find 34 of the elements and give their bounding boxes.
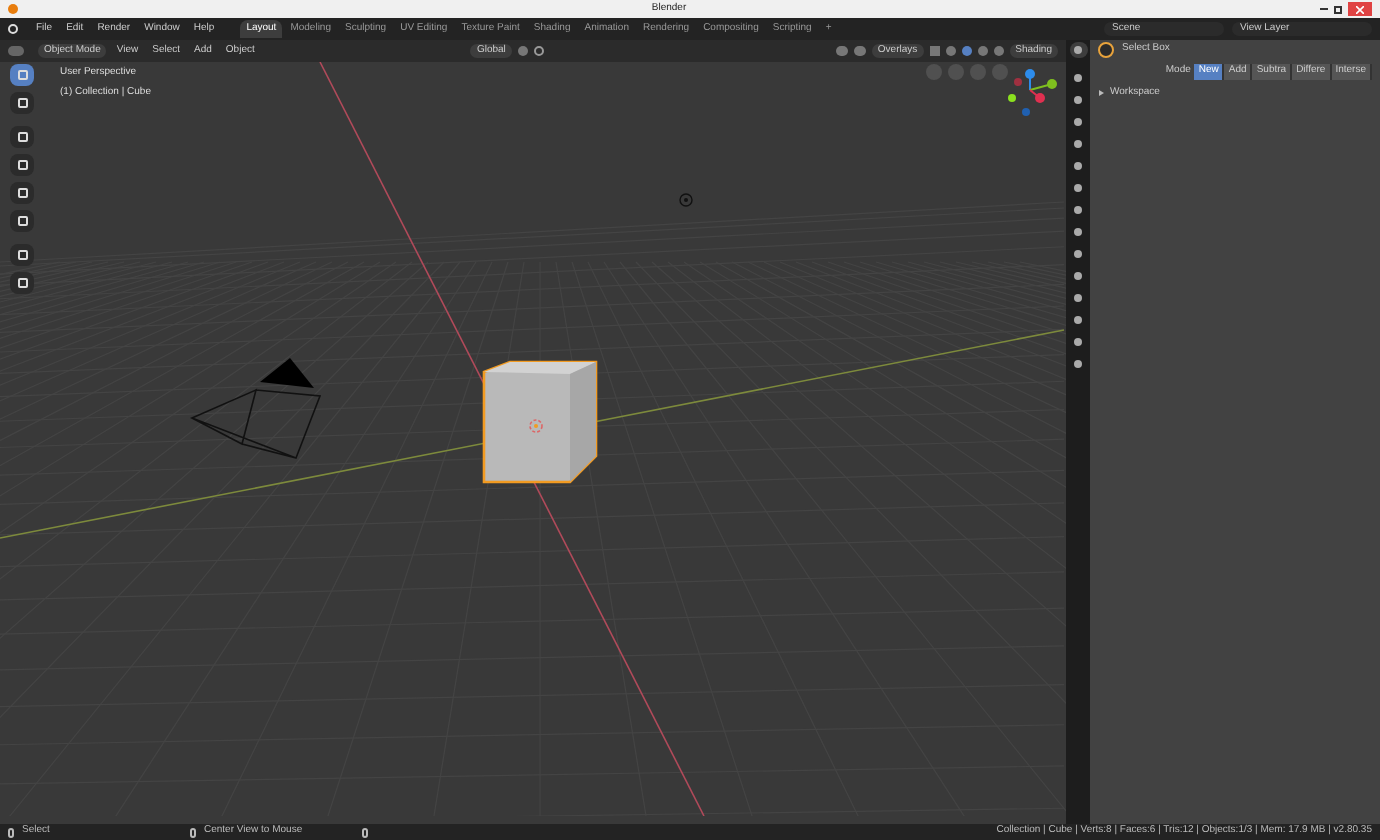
properties-tab[interactable] xyxy=(1069,180,1087,196)
maximize-icon[interactable] xyxy=(1333,5,1342,13)
tool-button[interactable] xyxy=(10,272,34,294)
properties-tab[interactable] xyxy=(1069,136,1087,152)
properties-tab[interactable] xyxy=(1069,246,1087,262)
properties-tab[interactable] xyxy=(1069,158,1087,174)
properties-tab[interactable] xyxy=(1069,224,1087,240)
properties-tab[interactable] xyxy=(1069,268,1087,284)
close-button[interactable] xyxy=(1347,2,1372,16)
properties-tab[interactable] xyxy=(1069,42,1087,58)
solid-shading-icon[interactable] xyxy=(961,46,972,56)
properties-tab[interactable] xyxy=(1069,92,1087,108)
minimize-icon[interactable] xyxy=(1319,8,1328,10)
tool-button[interactable] xyxy=(10,244,34,266)
properties-tab[interactable] xyxy=(1069,290,1087,306)
light-icon xyxy=(679,193,693,207)
tool-button[interactable] xyxy=(10,126,34,148)
disclosure-triangle-icon[interactable] xyxy=(1098,89,1104,96)
axis-gizmo-drawing xyxy=(1006,68,1062,118)
properties-tab[interactable] xyxy=(1069,202,1087,218)
properties-tab[interactable] xyxy=(1069,114,1087,130)
properties-tab[interactable] xyxy=(1069,312,1087,328)
properties-tab[interactable] xyxy=(1069,356,1087,372)
tool-button[interactable] xyxy=(10,210,34,232)
properties-tab[interactable] xyxy=(1069,334,1087,350)
tool-button[interactable] xyxy=(10,182,34,204)
origin-cursor-icon xyxy=(529,419,543,433)
close-icon xyxy=(1355,5,1364,13)
camera-drawing xyxy=(191,358,322,459)
tool-button[interactable] xyxy=(10,154,34,176)
cube-drawing xyxy=(482,360,598,484)
tool-button[interactable] xyxy=(10,92,34,114)
properties-tab[interactable] xyxy=(1069,70,1087,86)
tool-button[interactable] xyxy=(10,64,34,86)
